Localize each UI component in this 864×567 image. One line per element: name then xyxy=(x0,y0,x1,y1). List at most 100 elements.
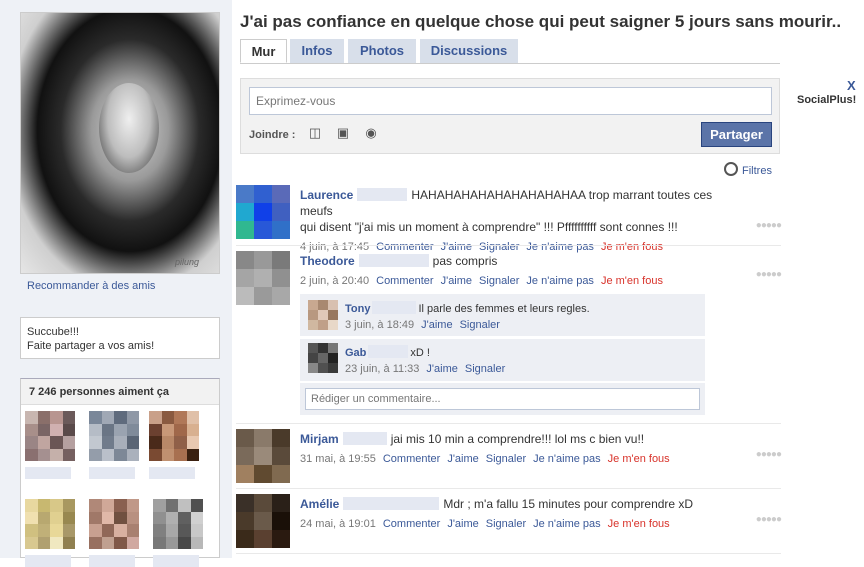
comment-meta: 3 juin, à 18:49 J'aime Signaler xyxy=(345,319,695,331)
fan-avatar[interactable] xyxy=(89,411,139,479)
left-column: pilung Recommander à des amis Succube!!!… xyxy=(0,0,232,567)
bio-line-1: Succube!!! xyxy=(27,326,79,338)
post-meta: 31 mai, à 19:55 Commenter J'aime Signaler Je… xyxy=(300,453,730,465)
fan-avatar[interactable] xyxy=(149,411,199,479)
author-name[interactable]: Amélie xyxy=(300,497,339,511)
rating-stars[interactable]: ●●●●● xyxy=(756,514,782,525)
ad-label[interactable]: SocialPlus! xyxy=(797,94,856,106)
commenter-avatar[interactable] xyxy=(308,300,338,330)
composer: Exprimez-vous Joindre : ◫ ▣ ◉ Partager xyxy=(240,78,780,154)
avatar[interactable] xyxy=(236,251,290,305)
report-link[interactable]: Signaler xyxy=(479,275,519,287)
status-input[interactable]: Exprimez-vous xyxy=(249,87,772,115)
attach-video-icon[interactable]: ◉ xyxy=(363,125,379,141)
fan-avatar[interactable] xyxy=(89,499,139,567)
likes-count[interactable]: 7 246 personnes aiment ça xyxy=(21,379,219,405)
fan-avatar[interactable] xyxy=(25,499,75,567)
dislike-link[interactable]: Je n'aime pas xyxy=(533,453,601,465)
divider xyxy=(236,488,781,489)
fan-avatar[interactable] xyxy=(25,411,75,479)
attach-link-icon[interactable]: ◫ xyxy=(307,125,323,141)
comment-link[interactable]: Commenter xyxy=(376,275,433,287)
comment: Gab xD ! 23 juin, à 11:33 J'aime Signaler xyxy=(300,339,705,381)
timestamp[interactable]: 2 juin, à 20:40 xyxy=(300,275,369,287)
filters-link[interactable]: Filtres xyxy=(724,162,772,177)
recommend-link[interactable]: Recommander à des amis xyxy=(27,280,155,292)
like-link[interactable]: J'aime xyxy=(441,275,472,287)
blurred-surname xyxy=(357,188,408,201)
like-link[interactable]: J'aime xyxy=(447,518,478,530)
attach-label: Joindre : xyxy=(249,129,296,141)
comment-body: Tony Il parle des femmes et leurs regles.… xyxy=(345,301,695,331)
fan-avatar[interactable] xyxy=(153,499,203,567)
avatar[interactable] xyxy=(236,494,290,548)
dislike-link[interactable]: Je n'aime pas xyxy=(526,275,594,287)
post-body: Mirjam jai mis 10 min a comprendre!!! lol… xyxy=(300,431,730,465)
commenter-avatar[interactable] xyxy=(308,343,338,373)
comment-text: xD ! xyxy=(410,347,430,359)
bio-box: Succube!!! Faite partager a vos amis! xyxy=(20,317,220,359)
dontcare-link[interactable]: Je m'en fous xyxy=(608,453,670,465)
timestamp[interactable]: 31 mai, à 19:55 xyxy=(300,453,376,465)
wall-post: Amélie Mdr ; m'a fallu 15 minutes pour co… xyxy=(236,494,782,552)
comment-link[interactable]: Commenter xyxy=(383,518,440,530)
divider xyxy=(236,423,781,424)
magnifier-icon xyxy=(724,162,738,176)
report-link[interactable]: Signaler xyxy=(486,453,526,465)
tab-discussions[interactable]: Discussions xyxy=(420,39,518,63)
post-meta: 2 juin, à 20:40 Commenter J'aime Signaler Je… xyxy=(300,275,730,287)
post-body: Amélie Mdr ; m'a fallu 15 minutes pour co… xyxy=(300,496,730,530)
blurred-surname xyxy=(343,497,440,510)
report-link[interactable]: Signaler xyxy=(460,319,500,331)
blurred-surname xyxy=(368,345,409,358)
report-link[interactable]: Signaler xyxy=(486,518,526,530)
timestamp[interactable]: 23 juin, à 11:33 xyxy=(345,363,419,375)
profile-picture[interactable]: pilung xyxy=(20,12,220,274)
timestamp[interactable]: 3 juin, à 18:49 xyxy=(345,319,414,331)
commenter-name[interactable]: Gab xyxy=(345,347,366,359)
like-link[interactable]: J'aime xyxy=(426,363,457,375)
blurred-surname xyxy=(358,254,429,267)
author-name[interactable]: Laurence xyxy=(300,188,353,202)
attach-photo-icon[interactable]: ▣ xyxy=(335,125,351,141)
tab-photos[interactable]: Photos xyxy=(348,39,416,63)
comment-link[interactable]: Commenter xyxy=(383,453,440,465)
rating-stars[interactable]: ●●●●● xyxy=(756,269,782,280)
author-name[interactable]: Theodore xyxy=(300,254,355,268)
divider xyxy=(236,245,781,246)
picture-signature: pilung xyxy=(174,257,199,267)
avatar[interactable] xyxy=(236,429,290,483)
filters-label: Filtres xyxy=(742,165,772,177)
rating-stars[interactable]: ●●●●● xyxy=(756,220,782,231)
dontcare-link[interactable]: Je m'en fous xyxy=(608,518,670,530)
like-link[interactable]: J'aime xyxy=(447,453,478,465)
avatar[interactable] xyxy=(236,185,290,239)
comment-body: Gab xD ! 23 juin, à 11:33 J'aime Signaler xyxy=(345,345,695,375)
post-meta: 24 mai, à 19:01 Commenter J'aime Signaler Je… xyxy=(300,518,730,530)
report-link[interactable]: Signaler xyxy=(465,363,505,375)
wall-post: Mirjam jai mis 10 min a comprendre!!! lol… xyxy=(236,429,782,487)
post-text: pas compris xyxy=(432,254,498,268)
dontcare-link[interactable]: Je m'en fous xyxy=(601,275,663,287)
post-body: Laurence HAHAHAHAHAHAHAHAHAHAA trop marra… xyxy=(300,187,730,253)
author-name[interactable]: Mirjam xyxy=(300,432,339,446)
like-link[interactable]: J'aime xyxy=(421,319,452,331)
comment-input[interactable]: Rédiger un commentaire... xyxy=(305,388,700,410)
tab-infos[interactable]: Infos xyxy=(290,39,344,63)
bio-line-2: Faite partager a vos amis! xyxy=(27,340,155,352)
tab-mur[interactable]: Mur xyxy=(240,39,287,63)
page-title: J'ai pas confiance en quelque chose qui … xyxy=(240,12,842,31)
post-text: Mdr ; m'a fallu 15 minutes pour comprend… xyxy=(443,497,694,511)
close-ad-button[interactable]: X xyxy=(847,78,856,93)
dislike-link[interactable]: Je n'aime pas xyxy=(533,518,601,530)
timestamp[interactable]: 24 mai, à 19:01 xyxy=(300,518,376,530)
post-text-continued: qui disent "j'ai mis un moment à compren… xyxy=(300,220,678,234)
rating-stars[interactable]: ●●●●● xyxy=(756,449,782,460)
commenter-name[interactable]: Tony xyxy=(345,303,370,315)
wall-post: Laurence HAHAHAHAHAHAHAHAHAHAA trop marra… xyxy=(236,185,782,253)
profile-picture-face xyxy=(99,83,159,173)
comment: Tony Il parle des femmes et leurs regles.… xyxy=(300,294,705,336)
share-button[interactable]: Partager xyxy=(701,122,772,147)
comment-meta: 23 juin, à 11:33 J'aime Signaler xyxy=(345,363,695,375)
blurred-surname xyxy=(342,432,387,445)
